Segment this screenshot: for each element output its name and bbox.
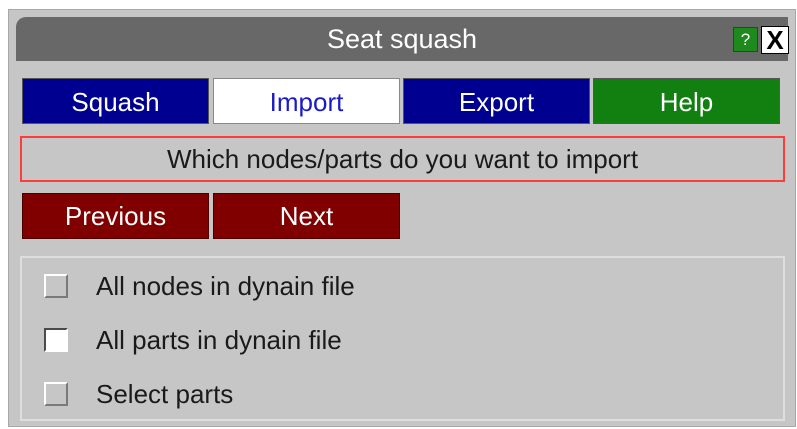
all-nodes-label: All nodes in dynain file: [96, 271, 355, 301]
select-parts-checkbox[interactable]: [44, 382, 68, 406]
window-title: Seat squash: [326, 24, 478, 54]
next-button[interactable]: Next: [213, 193, 400, 239]
tab-export[interactable]: Export: [403, 78, 590, 124]
option-select-parts[interactable]: Select parts: [22, 374, 783, 414]
select-parts-label: Select parts: [96, 379, 234, 409]
import-prompt: Which nodes/parts do you want to import: [20, 136, 785, 182]
previous-button[interactable]: Previous: [22, 193, 209, 239]
seat-squash-window: Seat squash ? X Squash Import Export Hel…: [8, 9, 796, 427]
option-all-nodes[interactable]: All nodes in dynain file: [22, 266, 783, 306]
help-icon[interactable]: ?: [733, 27, 758, 52]
tab-help[interactable]: Help: [593, 78, 780, 124]
tab-squash[interactable]: Squash: [22, 78, 209, 124]
tab-import[interactable]: Import: [213, 78, 400, 124]
title-bar[interactable]: Seat squash ? X: [16, 17, 789, 61]
all-parts-checkbox[interactable]: [44, 328, 68, 352]
all-parts-label: All parts in dynain file: [96, 325, 342, 355]
all-nodes-checkbox[interactable]: [44, 274, 68, 298]
close-icon[interactable]: X: [761, 26, 789, 54]
option-all-parts[interactable]: All parts in dynain file: [22, 320, 783, 360]
import-options-panel: All nodes in dynain file All parts in dy…: [20, 256, 785, 421]
